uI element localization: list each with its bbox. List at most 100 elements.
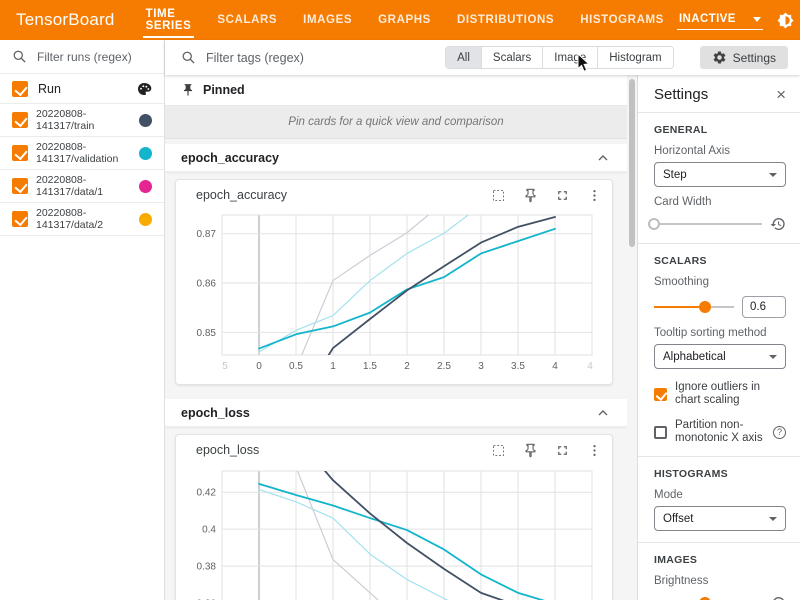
svg-text:5: 5 xyxy=(222,361,228,372)
smoothing-slider[interactable] xyxy=(654,300,734,314)
slider-thumb[interactable] xyxy=(699,301,711,313)
reset-brightness-button[interactable] xyxy=(770,595,786,600)
more-options-icon[interactable] xyxy=(587,443,602,458)
settings-panel-title: Settings xyxy=(654,86,708,103)
run-row[interactable]: 20220808-141317/train xyxy=(0,104,164,137)
app-header: TensorBoard TIME SERIESSCALARSIMAGESGRAP… xyxy=(0,0,800,40)
partition-x-axis-checkbox[interactable] xyxy=(654,426,667,439)
status-dropdown[interactable]: INACTIVE xyxy=(677,10,763,30)
reset-card-width-button[interactable] xyxy=(770,216,786,232)
run-row[interactable]: 20220808-141317/data/1 xyxy=(0,170,164,203)
run-color-dot[interactable] xyxy=(139,213,152,226)
tab-histograms[interactable]: HISTOGRAMS xyxy=(567,0,677,40)
svg-text:0.85: 0.85 xyxy=(197,328,217,339)
svg-text:0.87: 0.87 xyxy=(197,229,217,240)
main-content: Pinned Pin cards for a quick view and co… xyxy=(165,75,627,600)
theme-toggle-icon xyxy=(777,12,794,29)
settings-section-scalars: SCALARS Smoothing 0.6 Tooltip sorting me… xyxy=(638,244,800,457)
ignore-outliers-checkbox[interactable] xyxy=(654,388,667,401)
pinned-hint: Pin cards for a quick view and compariso… xyxy=(165,106,627,139)
collapse-chevron-icon[interactable] xyxy=(595,150,611,166)
partition-x-axis-checkbox-row[interactable]: Partition non-monotonic X axis ? xyxy=(654,419,786,445)
run-checkbox[interactable] xyxy=(12,112,28,128)
chevron-down-icon xyxy=(769,173,777,177)
main-scrollbar[interactable] xyxy=(627,75,637,600)
palette-icon[interactable] xyxy=(136,81,152,97)
section-heading: GENERAL xyxy=(654,124,786,136)
horizontal-axis-select[interactable]: Step xyxy=(654,162,786,187)
slider-thumb[interactable] xyxy=(648,218,660,230)
fit-to-data-icon[interactable] xyxy=(491,443,506,458)
card-width-slider[interactable] xyxy=(654,217,762,231)
section-heading: SCALARS xyxy=(654,255,786,267)
run-label: 20220808-141317/train xyxy=(36,108,94,132)
tab-images[interactable]: IMAGES xyxy=(290,0,365,40)
run-color-dot[interactable] xyxy=(139,147,152,160)
svg-text:1.5: 1.5 xyxy=(363,361,377,372)
theme-toggle-button[interactable] xyxy=(777,11,795,29)
select-all-runs-checkbox[interactable] xyxy=(12,81,28,97)
filter-button-histogram[interactable]: Histogram xyxy=(597,47,672,68)
restore-icon xyxy=(770,216,786,232)
pin-icon[interactable] xyxy=(523,443,538,458)
tag-filter-placeholder: Filter tags (regex) xyxy=(206,51,304,65)
close-icon[interactable]: × xyxy=(776,88,786,102)
app-logo: TensorBoard xyxy=(0,10,133,30)
run-checkbox[interactable] xyxy=(12,211,28,227)
run-checkbox[interactable] xyxy=(12,145,28,161)
epoch-accuracy-chart[interactable]: 0.850.860.8700.511.522.533.5454 xyxy=(182,210,606,376)
svg-text:0.42: 0.42 xyxy=(197,488,217,499)
runs-sidebar: Filter runs (regex) Run 20220808-141317/… xyxy=(0,40,165,600)
run-filter[interactable]: Filter runs (regex) xyxy=(0,40,164,74)
fullscreen-icon[interactable] xyxy=(555,443,570,458)
filter-button-scalars[interactable]: Scalars xyxy=(481,47,542,68)
svg-text:1: 1 xyxy=(330,361,336,372)
tab-scalars[interactable]: SCALARS xyxy=(204,0,290,40)
run-label: 20220808-141317/data/2 xyxy=(36,207,103,231)
chevron-down-icon xyxy=(753,17,761,22)
settings-panel: Settings × GENERAL Horizontal Axis Step … xyxy=(637,75,800,600)
section-header-epoch-accuracy[interactable]: epoch_accuracy xyxy=(165,144,627,172)
epoch-loss-chart[interactable]: 0.360.380.40.4200.511.522.533.54 xyxy=(182,465,606,600)
pin-icon[interactable] xyxy=(523,188,538,203)
fit-to-data-icon[interactable] xyxy=(491,188,506,203)
fullscreen-icon[interactable] xyxy=(555,188,570,203)
pin-icon xyxy=(181,83,195,97)
chevron-down-icon xyxy=(769,355,777,359)
tab-distributions[interactable]: DISTRIBUTIONS xyxy=(444,0,567,40)
pinned-label: Pinned xyxy=(203,83,245,97)
section-header-epoch-loss[interactable]: epoch_loss xyxy=(165,399,627,427)
smoothing-value-input[interactable]: 0.6 xyxy=(742,296,786,318)
histogram-mode-select[interactable]: Offset xyxy=(654,506,786,531)
svg-text:0.38: 0.38 xyxy=(197,562,217,573)
tag-type-filter-group: AllScalarsImageHistogram xyxy=(445,46,674,69)
svg-text:4: 4 xyxy=(587,361,593,372)
search-icon xyxy=(181,50,196,65)
svg-text:3.5: 3.5 xyxy=(511,361,525,372)
settings-button[interactable]: Settings xyxy=(700,46,788,69)
search-icon xyxy=(12,49,27,64)
pinned-section-header: Pinned xyxy=(165,75,627,106)
run-color-dot[interactable] xyxy=(139,114,152,127)
collapse-chevron-icon[interactable] xyxy=(595,405,611,421)
ignore-outliers-checkbox-row[interactable]: Ignore outliers in chart scaling xyxy=(654,381,786,407)
tooltip-sorting-select[interactable]: Alphabetical xyxy=(654,344,786,369)
brightness-slider[interactable] xyxy=(654,596,762,600)
tab-time-series[interactable]: TIME SERIES xyxy=(133,0,205,40)
card-width-label: Card Width xyxy=(654,196,786,208)
filter-button-image[interactable]: Image xyxy=(542,47,597,68)
more-options-icon[interactable] xyxy=(587,188,602,203)
run-row[interactable]: 20220808-141317/validation xyxy=(0,137,164,170)
scrollbar-thumb[interactable] xyxy=(629,79,635,247)
svg-text:2.5: 2.5 xyxy=(437,361,451,372)
filter-button-all[interactable]: All xyxy=(446,47,481,68)
tab-graphs[interactable]: GRAPHS xyxy=(365,0,444,40)
settings-section-images: IMAGES Brightness Cont xyxy=(638,543,800,600)
run-checkbox[interactable] xyxy=(12,178,28,194)
restore-icon xyxy=(770,595,786,600)
run-label: 20220808-141317/validation xyxy=(36,141,118,165)
svg-text:2: 2 xyxy=(404,361,410,372)
run-label: 20220808-141317/data/1 xyxy=(36,174,103,198)
run-color-dot[interactable] xyxy=(139,180,152,193)
run-row[interactable]: 20220808-141317/data/2 xyxy=(0,203,164,236)
